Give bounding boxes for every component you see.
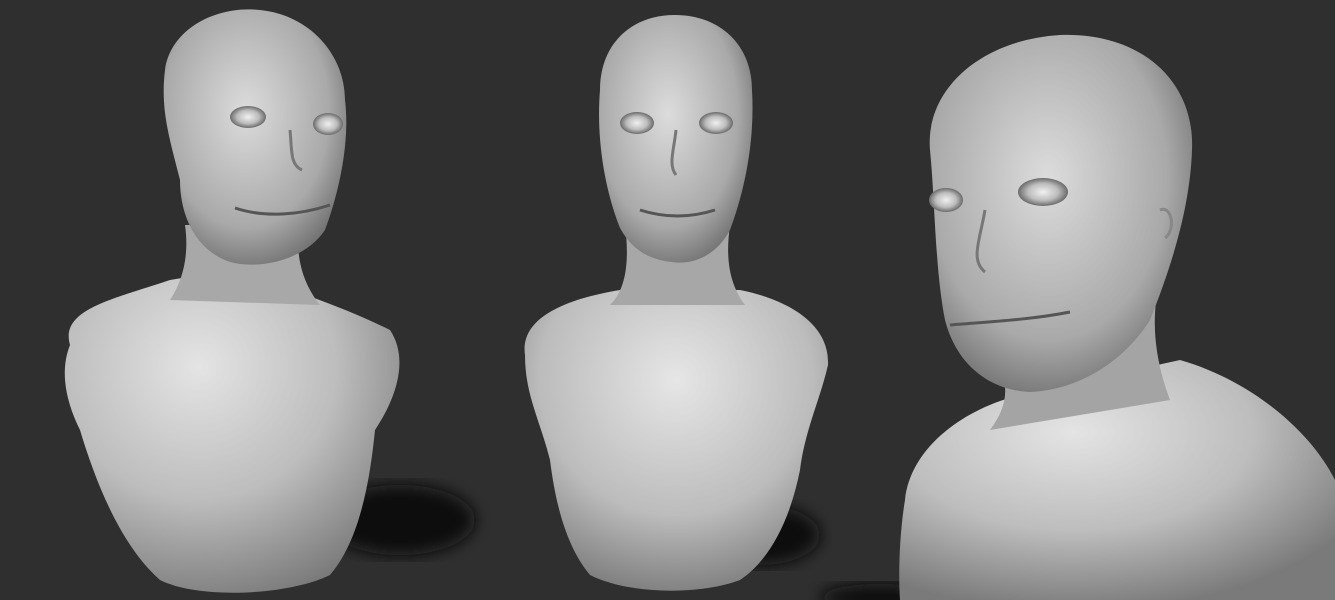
sculpt-render	[64, 9, 1335, 600]
bust-view-front	[524, 15, 829, 591]
bust-view-left	[64, 9, 475, 593]
left-eye	[620, 112, 654, 134]
render-viewport	[0, 0, 1335, 600]
right-eye	[699, 112, 733, 134]
left-eye	[929, 188, 963, 212]
left-eye	[230, 106, 266, 128]
bust-view-close	[820, 34, 1335, 600]
head	[163, 9, 347, 265]
right-eye	[1018, 178, 1068, 206]
right-eye	[313, 113, 343, 135]
